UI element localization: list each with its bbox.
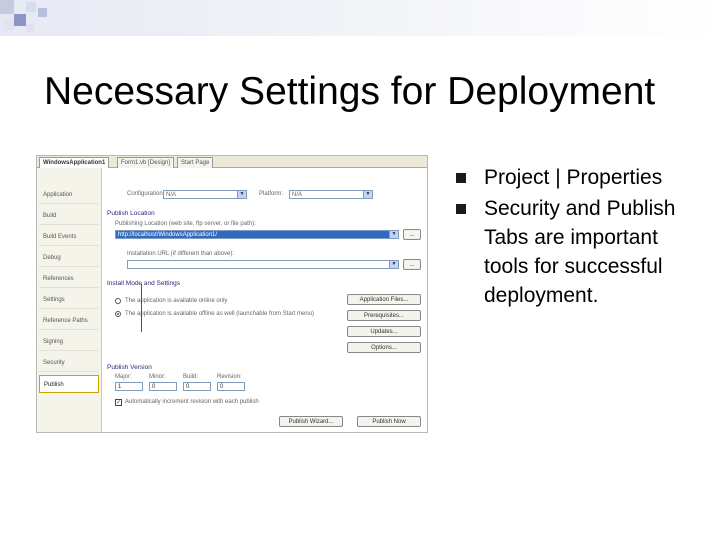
- platform-label: Platform:: [259, 191, 284, 197]
- platform-select[interactable]: N/A ▼: [289, 190, 373, 199]
- bullet-item: Project | Properties: [456, 163, 706, 192]
- chevron-down-icon: ▼: [389, 231, 398, 238]
- browse-publish-location-button[interactable]: ...: [403, 229, 421, 240]
- sidebar-item-publish[interactable]: Publish: [39, 375, 99, 393]
- minor-version-field[interactable]: 0: [149, 382, 177, 391]
- prerequisites-button[interactable]: Prerequisites...: [347, 310, 421, 321]
- sidebar-item-debug[interactable]: Debug: [39, 249, 99, 267]
- options-button[interactable]: Options...: [347, 342, 421, 353]
- sidebar-item-application[interactable]: Application: [39, 186, 99, 204]
- application-files-button[interactable]: Application Files...: [347, 294, 421, 305]
- minor-label: Minor:: [149, 374, 166, 380]
- configuration-label: Configuration:: [127, 191, 165, 197]
- decorative-square: [26, 24, 34, 32]
- decorative-square: [14, 14, 26, 26]
- build-version-field[interactable]: 0: [183, 382, 211, 391]
- chevron-down-icon: ▼: [389, 261, 398, 268]
- offline-label: The application is available offline as …: [125, 311, 314, 317]
- bullet-text: Project | Properties: [484, 166, 663, 189]
- publish-location-value: http://localhost/WindowsApplication1/: [118, 232, 218, 238]
- publish-location-heading: Publish Location: [107, 210, 155, 217]
- updates-button[interactable]: Updates...: [347, 326, 421, 337]
- annotation-bracket: [141, 284, 148, 332]
- sidebar-item-security[interactable]: Security: [39, 354, 99, 372]
- slide-title: Necessary Settings for Deployment: [44, 70, 656, 113]
- auto-increment-label: Automatically increment revision with ea…: [125, 399, 259, 405]
- chevron-down-icon: ▼: [363, 191, 372, 198]
- square-bullet-icon: [456, 204, 466, 214]
- platform-value: N/A: [292, 192, 303, 198]
- publish-wizard-button[interactable]: Publish Wizard...: [279, 416, 343, 427]
- revision-label: Revision:: [217, 374, 242, 380]
- online-only-radio[interactable]: [115, 298, 121, 304]
- configuration-value: N/A: [166, 192, 177, 198]
- decorative-square: [0, 0, 14, 14]
- revision-version-field[interactable]: 0: [217, 382, 245, 391]
- sidebar-item-reference-paths[interactable]: Reference Paths: [39, 312, 99, 330]
- decorative-square: [38, 8, 47, 17]
- installation-url-label: Installation URL (if different than abov…: [127, 251, 235, 257]
- sidebar-item-build[interactable]: Build: [39, 207, 99, 225]
- publish-version-heading: Publish Version: [107, 364, 152, 371]
- tab-form1-design[interactable]: Form1.vb [Design]: [117, 157, 175, 168]
- build-label: Build:: [183, 374, 199, 380]
- publish-settings-pane: Configuration: N/A ▼ Platform: N/A ▼ Publi…: [103, 168, 427, 432]
- publish-location-input[interactable]: http://localhost/WindowsApplication1/ ▼: [115, 230, 399, 239]
- sidebar-item-signing[interactable]: Signing: [39, 333, 99, 351]
- decorative-square: [4, 20, 14, 30]
- bullet-text: Security and Publish Tabs are important …: [484, 197, 676, 307]
- header-decoration-band: [0, 0, 720, 36]
- properties-sidebar: Application Build Build Events Debug Ref…: [37, 168, 102, 432]
- sidebar-item-build-events[interactable]: Build Events: [39, 228, 99, 246]
- auto-increment-checkbox[interactable]: ✓: [115, 399, 122, 406]
- bullet-list: Project | Properties Security and Publis…: [456, 163, 706, 312]
- bullet-item: Security and Publish Tabs are important …: [456, 194, 706, 310]
- tab-start-page[interactable]: Start Page: [177, 157, 214, 168]
- sidebar-item-settings[interactable]: Settings: [39, 291, 99, 309]
- sidebar-item-references[interactable]: References: [39, 270, 99, 288]
- browse-installation-url-button[interactable]: ...: [403, 259, 421, 270]
- decorative-square: [26, 2, 36, 12]
- offline-radio[interactable]: [115, 311, 121, 317]
- installation-url-input[interactable]: ▼: [127, 260, 399, 269]
- project-properties-screenshot: WindowsApplication1 Form1.vb [Design] St…: [36, 155, 428, 433]
- major-label: Major:: [115, 374, 132, 380]
- chevron-down-icon: ▼: [237, 191, 246, 198]
- major-version-field[interactable]: 1: [115, 382, 143, 391]
- document-tab-bar: WindowsApplication1 Form1.vb [Design] St…: [37, 156, 427, 168]
- configuration-select[interactable]: N/A ▼: [163, 190, 247, 199]
- tab-windowsapplication1[interactable]: WindowsApplication1: [39, 157, 110, 168]
- publish-now-button[interactable]: Publish Now: [357, 416, 421, 427]
- publish-location-label: Publishing Location (web site, ftp serve…: [115, 221, 256, 227]
- square-bullet-icon: [456, 173, 466, 183]
